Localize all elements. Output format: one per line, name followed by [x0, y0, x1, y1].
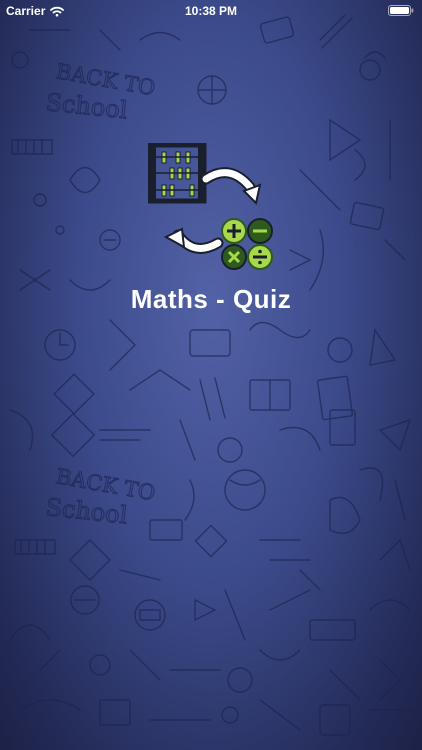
battery-full-icon — [388, 5, 414, 16]
abacus-icon — [148, 143, 207, 204]
status-bar: Carrier 10:38 PM — [0, 0, 422, 22]
minus-icon — [247, 218, 273, 244]
multiply-icon — [221, 244, 247, 270]
status-time: 10:38 PM — [184, 4, 238, 18]
plus-icon — [221, 218, 247, 244]
divide-icon — [247, 244, 273, 270]
school-doodle-background: BACK TO School BACK TO School — [9, 14, 412, 736]
app-logo — [148, 143, 273, 270]
app-title: Maths - Quiz — [130, 284, 292, 314]
refresh-arrows-icon — [163, 167, 262, 254]
